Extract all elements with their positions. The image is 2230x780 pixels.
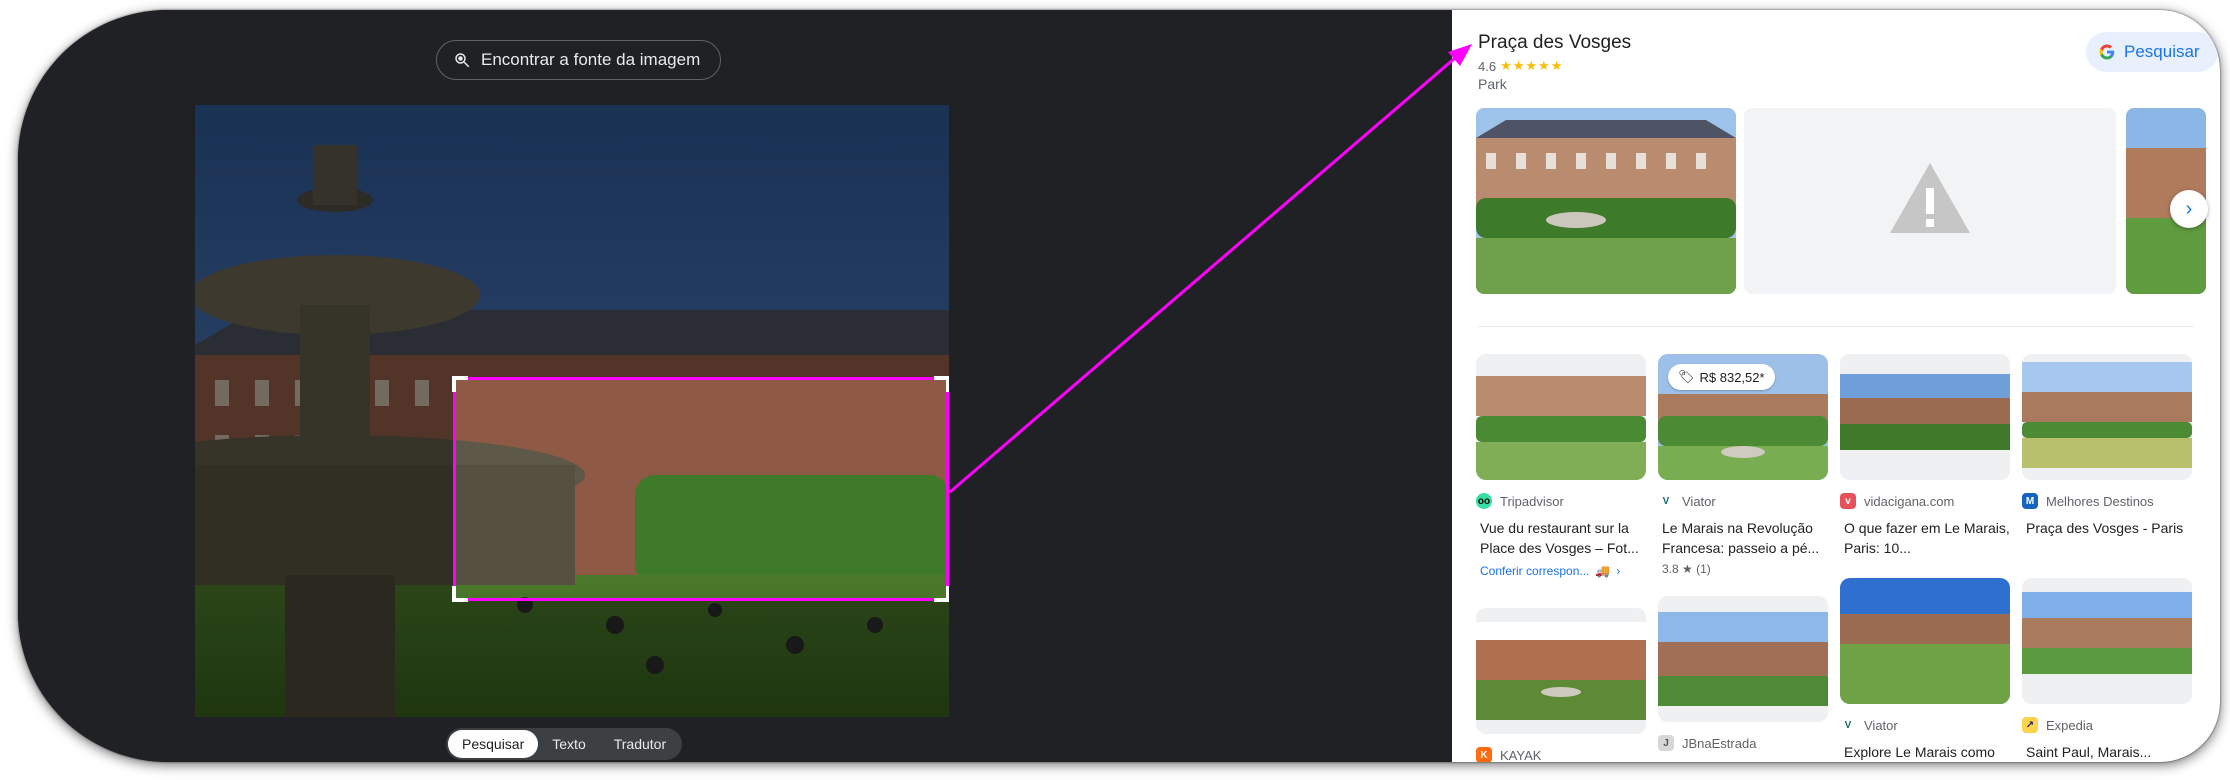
source-name: Viator <box>1682 493 1716 509</box>
result-thumbnail: 🏷 R$ 832,52* <box>1658 354 1828 480</box>
screenshot-frame: Encontrar a fonte da imagem Pesquisar Te… <box>18 10 2220 762</box>
crop-handle-top-left[interactable] <box>452 376 468 392</box>
result-image <box>2022 354 2192 480</box>
place-type: Park <box>1478 76 1507 92</box>
crop-handle-bottom-left[interactable] <box>452 586 468 602</box>
result-title[interactable]: Le Marais na Revolução Francesa: passeio… <box>1658 518 1828 558</box>
result-title[interactable]: Vue du restaurant sur la Place des Vosge… <box>1476 518 1646 558</box>
result-card[interactable]: 🏷 R$ 832,52* V Viator Le Marais na Revol… <box>1658 354 1828 576</box>
source-name: JBnaEstrada <box>1682 735 1757 751</box>
melhores-destinos-icon: M <box>2022 493 2038 509</box>
result-image <box>1658 596 1828 722</box>
source-name: Viator <box>1864 717 1898 733</box>
source-name: Tripadvisor <box>1500 493 1564 509</box>
truck-icon: 🚚 <box>1595 564 1611 578</box>
tab-pesquisar[interactable]: Pesquisar <box>448 730 539 758</box>
find-image-source-button[interactable]: Encontrar a fonte da imagem <box>436 40 722 80</box>
lens-source-icon <box>455 53 470 68</box>
place-photo-1[interactable] <box>1476 108 1736 294</box>
place-photo-image <box>1476 108 1736 294</box>
result-title[interactable]: Explore Le Marais como <box>1840 742 2010 762</box>
place-image-strip: › <box>1452 108 2220 306</box>
place-rating: 4.6 ★★★★★ <box>1478 58 1563 74</box>
price-tag-icon: 🏷 <box>1678 369 1695 384</box>
result-source: M Melhores Destinos <box>2022 492 2192 510</box>
result-card[interactable]: M Melhores Destinos Praça des Vosges - P… <box>2022 354 2192 538</box>
result-title[interactable]: Saint Paul, Marais... <box>2022 742 2192 762</box>
viator-icon: V <box>1658 493 1674 509</box>
google-g-icon <box>2099 44 2115 60</box>
divider <box>1478 326 2194 327</box>
check-match-label: Conferir correspon... <box>1480 564 1590 578</box>
viator-icon: V <box>1840 717 1856 733</box>
result-card[interactable]: v vidacigana.com O que fazer em Le Marai… <box>1840 354 2010 558</box>
result-source: K KAYAK <box>1476 746 1646 762</box>
result-image <box>1476 608 1646 734</box>
strip-next-button[interactable]: › <box>2170 190 2208 228</box>
source-name: KAYAK <box>1500 747 1542 763</box>
result-source: ↗ Expedia <box>2022 716 2192 734</box>
expedia-icon: ↗ <box>2022 717 2038 733</box>
source-name: vidacigana.com <box>1864 493 1955 509</box>
result-image <box>1840 578 2010 704</box>
vidacigana-icon: v <box>1840 493 1856 509</box>
tab-tradutor[interactable]: Tradutor <box>600 730 680 758</box>
result-title[interactable]: O que fazer em Le Marais, Paris: 10... <box>1840 518 2010 558</box>
tab-texto[interactable]: Texto <box>538 730 599 758</box>
result-card[interactable]: K KAYAK <box>1476 608 1646 762</box>
selection-crop-box[interactable] <box>452 376 949 602</box>
results-panel: Praça des Vosges 4.6 ★★★★★ Park Pesquisa… <box>1452 10 2220 762</box>
price-value: R$ 832,52* <box>1699 369 1765 385</box>
price-badge: 🏷 R$ 832,52* <box>1668 364 1775 390</box>
result-thumbnail <box>2022 354 2192 480</box>
result-thumbnail <box>2022 578 2192 704</box>
result-image <box>1476 354 1646 480</box>
warning-icon <box>1890 163 1970 233</box>
place-title[interactable]: Praça des Vosges <box>1478 32 1631 54</box>
check-match-link[interactable]: Conferir correspon... 🚚 › <box>1476 564 1646 578</box>
crop-handle-top-right[interactable] <box>934 376 949 392</box>
chevron-right-icon: › <box>2185 197 2193 220</box>
result-source: v vidacigana.com <box>1840 492 2010 510</box>
result-thumbnail <box>1840 578 2010 704</box>
find-source-label: Encontrar a fonte da imagem <box>481 50 701 69</box>
rating-stars: ★★★★★ <box>1500 58 1564 73</box>
result-source: V Viator <box>1840 716 2010 734</box>
result-title[interactable]: Praça des Vosges - Paris <box>2022 518 2192 538</box>
lens-viewer: Encontrar a fonte da imagem Pesquisar Te… <box>18 10 1452 762</box>
source-name: Melhores Destinos <box>2046 493 2154 509</box>
result-thumbnail <box>1476 354 1646 480</box>
result-thumbnail <box>1476 608 1646 734</box>
result-rating: 3.8 ★ (1) <box>1662 562 1711 576</box>
result-card[interactable]: oo Tripadvisor Vue du restaurant sur la … <box>1476 354 1646 578</box>
result-card[interactable]: ↗ Expedia Saint Paul, Marais... <box>2022 578 2192 762</box>
tripadvisor-icon: oo <box>1476 493 1492 509</box>
kayak-icon: K <box>1476 747 1492 762</box>
crop-handle-bottom-right[interactable] <box>934 586 949 602</box>
search-button-label: Pesquisar <box>2124 42 2200 61</box>
result-card[interactable]: V Viator Explore Le Marais como <box>1840 578 2010 762</box>
jbnaestrada-icon: J <box>1658 735 1674 751</box>
mode-tabs: Pesquisar Texto Tradutor <box>446 728 683 760</box>
search-button[interactable]: Pesquisar <box>2086 32 2218 72</box>
result-card[interactable]: J JBnaEstrada <box>1658 596 1828 752</box>
result-image <box>1840 354 2010 480</box>
result-thumbnail <box>1658 596 1828 722</box>
result-thumbnail <box>1840 354 2010 480</box>
result-source: J JBnaEstrada <box>1658 734 1828 752</box>
chevron-right-icon: › <box>1616 564 1621 578</box>
uploaded-photo[interactable] <box>195 105 949 717</box>
rating-value: 4.6 <box>1478 58 1497 74</box>
result-source: V Viator <box>1658 492 1828 510</box>
result-image <box>2022 578 2192 704</box>
source-name: Expedia <box>2046 717 2093 733</box>
place-photo-2-unavailable[interactable] <box>1744 108 2116 294</box>
result-source: oo Tripadvisor <box>1476 492 1646 510</box>
